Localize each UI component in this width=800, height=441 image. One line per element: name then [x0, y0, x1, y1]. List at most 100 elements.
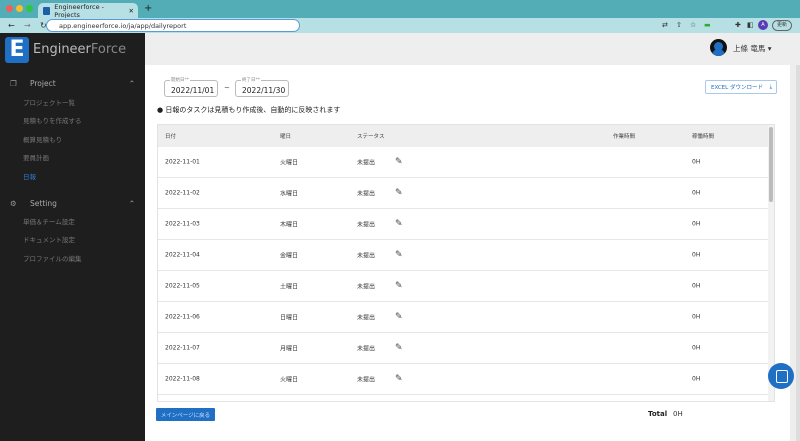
profile-avatar[interactable]: A — [758, 20, 768, 30]
excel-download-button[interactable]: EXCEL ダウンロード ⤓ — [705, 80, 777, 94]
weekday-cell: 火曜日 — [280, 159, 299, 167]
edit-pencil-icon[interactable]: ✎ — [395, 374, 403, 384]
total-value: 0H — [673, 410, 683, 418]
back-icon[interactable]: ← — [8, 21, 16, 30]
sidebar-item-document-settings[interactable]: ドキュメント設定 — [23, 234, 75, 244]
download-icon: ⤓ — [769, 83, 772, 90]
extension-icon[interactable]: ▬ — [704, 21, 711, 29]
user-avatar[interactable] — [710, 39, 727, 56]
scrollbar-thumb[interactable] — [769, 127, 773, 202]
status-cell: 未提出 — [357, 283, 376, 291]
start-date-label: 開始日** — [170, 77, 190, 83]
status-cell: 未提出 — [357, 221, 376, 229]
status-cell: 未提出 — [357, 376, 376, 384]
logo: E — [5, 37, 29, 63]
table-row: 2022-11-05 土曜日 未提出 ✎ 0H — [158, 271, 774, 302]
browser-tab[interactable]: Engineerforce - Projects ✕ — [38, 2, 138, 19]
date-cell: 2022-11-03 — [165, 220, 200, 228]
favicon-icon — [43, 6, 51, 15]
back-to-main-button[interactable]: メインページに戻る — [156, 408, 215, 421]
brand-name: EngineerForce — [33, 42, 127, 57]
update-button[interactable]: 更新 — [772, 20, 793, 31]
status-cell: 未提出 — [357, 345, 376, 353]
chevron-up-icon[interactable]: ⌃ — [129, 79, 135, 88]
status-cell: 未提出 — [357, 314, 376, 322]
edit-pencil-icon[interactable]: ✎ — [395, 157, 403, 167]
end-date-value: 2022/11/30 — [242, 86, 286, 95]
weekday-cell: 月曜日 — [280, 345, 299, 353]
maximize-window-button[interactable] — [26, 5, 33, 12]
weekday-cell: 木曜日 — [280, 221, 299, 229]
status-cell: 未提出 — [357, 159, 376, 167]
date-cell: 2022-11-04 — [165, 251, 200, 259]
operating-hours-cell: 0H — [692, 313, 701, 321]
daily-report-table: 日付 曜日 ステータス 作業時間 稼働時間 2022-11-01 火曜日 未提出 ✎ 0H 202… — [157, 124, 775, 402]
date-cell: 2022-11-08 — [165, 375, 200, 383]
url-input[interactable]: app.engineerforce.io/ja/app/dailyreport — [46, 19, 300, 32]
excel-download-label: EXCEL ダウンロード — [711, 85, 763, 91]
end-date-label: 終了日** — [241, 77, 261, 83]
close-tab-icon[interactable]: ✕ — [129, 7, 134, 15]
sidepanel-icon[interactable]: ◧ — [747, 21, 754, 29]
sidebar-item-daily-report[interactable]: 日報 — [23, 171, 36, 181]
table-row: 2022-11-06 日曜日 未提出 ✎ 0H — [158, 302, 774, 333]
gear-icon: ⚙ — [10, 199, 17, 208]
edit-pencil-icon[interactable]: ✎ — [395, 343, 403, 353]
operating-hours-cell: 0H — [692, 189, 701, 197]
column-header-status: ステータス — [357, 134, 385, 140]
operating-hours-cell: 0H — [692, 251, 701, 259]
tab-title: Engineerforce - Projects — [54, 2, 104, 19]
table-header: 日付 曜日 ステータス 作業時間 稼働時間 — [158, 125, 774, 147]
minimize-window-button[interactable] — [16, 5, 23, 12]
column-header-weekday: 曜日 — [280, 134, 292, 140]
info-note: ● 日報のタスクは見積もり作成後、自動的に反映されます — [157, 106, 341, 114]
translate-icon[interactable]: ⇄ — [662, 21, 668, 29]
sidebar-item-edit-profile[interactable]: プロファイルの編集 — [23, 253, 82, 263]
sidebar-item-create-estimate[interactable]: 見積もりを作成する — [23, 115, 82, 125]
weekday-cell: 金曜日 — [280, 252, 299, 260]
sidebar-item-staffing-plan[interactable]: 要員計画 — [23, 152, 49, 162]
status-cell: 未提出 — [357, 190, 376, 198]
weekday-cell: 火曜日 — [280, 376, 299, 384]
edit-pencil-icon[interactable]: ✎ — [395, 250, 403, 260]
operating-hours-cell: 0H — [692, 220, 701, 228]
status-cell: 未提出 — [357, 252, 376, 260]
date-range-separator: ~ — [224, 84, 230, 92]
header: 上條 竜馬 ▾ — [145, 33, 800, 65]
page-scrollbar[interactable] — [796, 65, 800, 441]
bookmark-star-icon[interactable]: ☆ — [690, 21, 696, 29]
user-menu[interactable]: 上條 竜馬 ▾ — [733, 43, 772, 54]
extensions-puzzle-icon[interactable]: ✚ — [735, 21, 741, 29]
table-row: 2022-11-02 水曜日 未提出 ✎ 0H — [158, 178, 774, 209]
sidebar: E EngineerForce ❐ Project ⌃ プロジェクト一覧 見積もりを… — [0, 33, 145, 441]
sidebar-item-rough-estimate[interactable]: 概算見積もり — [23, 134, 62, 144]
edit-pencil-icon[interactable]: ✎ — [395, 188, 403, 198]
table-row: 2022-11-08 火曜日 未提出 ✎ 0H — [158, 364, 774, 395]
forward-icon[interactable]: → — [24, 21, 32, 30]
sidebar-item-rate-team-settings[interactable]: 単価＆チーム設定 — [23, 216, 75, 226]
weekday-cell: 土曜日 — [280, 283, 299, 291]
start-date-value: 2022/11/01 — [171, 86, 215, 95]
edit-pencil-icon[interactable]: ✎ — [395, 312, 403, 322]
end-date-field[interactable]: 終了日** 2022/11/30 — [235, 77, 289, 97]
sidebar-item-project-list[interactable]: プロジェクト一覧 — [23, 97, 75, 107]
user-name: 上條 竜馬 — [733, 44, 766, 53]
operating-hours-cell: 0H — [692, 344, 701, 352]
chevron-up-icon[interactable]: ⌃ — [129, 199, 135, 208]
table-scrollbar[interactable] — [768, 125, 774, 401]
edit-pencil-icon[interactable]: ✎ — [395, 281, 403, 291]
table-row: 2022-11-07 月曜日 未提出 ✎ 0H — [158, 333, 774, 364]
chat-support-button[interactable] — [768, 363, 794, 389]
date-cell: 2022-11-07 — [165, 344, 200, 352]
projects-icon: ❐ — [10, 79, 17, 88]
close-window-button[interactable] — [6, 5, 13, 12]
table-row: 2022-11-03 木曜日 未提出 ✎ 0H — [158, 209, 774, 240]
weekday-cell: 日曜日 — [280, 314, 299, 322]
start-date-field[interactable]: 開始日** 2022/11/01 — [164, 77, 218, 97]
share-icon[interactable]: ⇧ — [676, 21, 682, 29]
browser-tab-bar: Engineerforce - Projects ✕ + — [0, 0, 800, 19]
edit-pencil-icon[interactable]: ✎ — [395, 219, 403, 229]
column-header-work-time: 作業時間 — [613, 134, 636, 140]
operating-hours-cell: 0H — [692, 375, 701, 383]
new-tab-button[interactable]: + — [144, 3, 152, 14]
